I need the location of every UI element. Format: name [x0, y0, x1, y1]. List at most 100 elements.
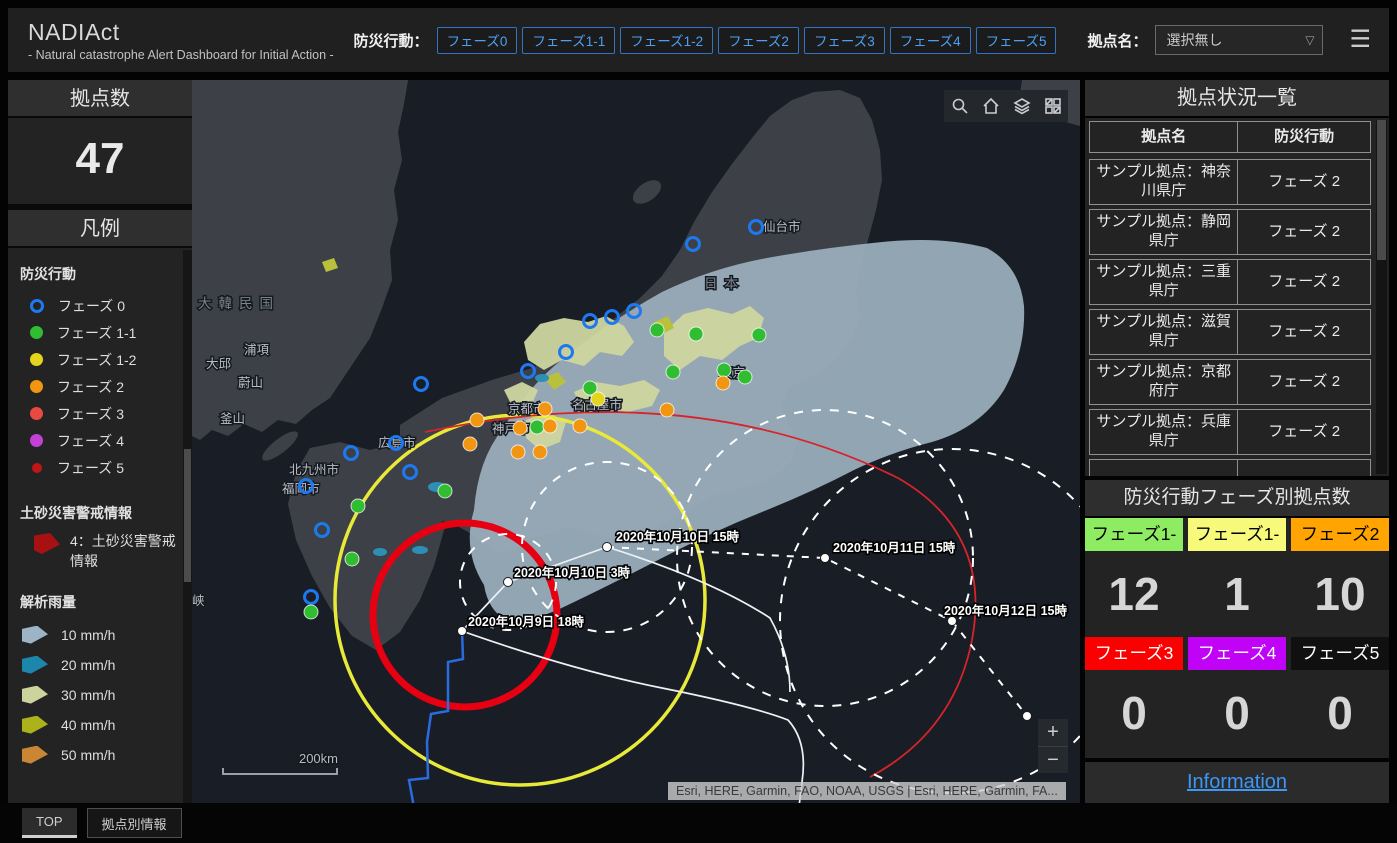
tab-site-info[interactable]: 拠点別情報: [87, 808, 182, 838]
basemap-icon: [1044, 97, 1062, 115]
phase-filter-button-2[interactable]: フェーズ2: [718, 27, 799, 54]
table-row[interactable]: サンプル拠点：京都府庁 フェーズ 2: [1089, 359, 1371, 405]
site-marker-phase11[interactable]: [304, 605, 318, 619]
site-marker-phase11[interactable]: [738, 370, 752, 384]
scrollbar-thumb[interactable]: [1377, 120, 1386, 260]
legend-title: 凡例: [8, 210, 192, 248]
map-home-button[interactable]: [975, 90, 1006, 122]
typhoon-forecast-point[interactable]: [603, 543, 612, 552]
phase1-2-marker-icon: [30, 353, 43, 366]
site-marker-phase11[interactable]: [666, 365, 680, 379]
information-link[interactable]: Information: [1187, 771, 1287, 794]
site-marker-phase2[interactable]: [533, 445, 547, 459]
table-row[interactable]: サンプル拠点：兵庫県庁 フェーズ 2: [1089, 409, 1371, 455]
site-marker-phase11[interactable]: [650, 323, 664, 337]
site-marker-phase2[interactable]: [463, 437, 477, 451]
site-select-dropdown[interactable]: 選択無し ▽: [1155, 25, 1323, 55]
site-marker-phase0[interactable]: [415, 378, 428, 391]
legend-item-rain50: 50 mm/h: [8, 740, 192, 770]
table-row[interactable]: サンプル拠点：静岡県庁 フェーズ 2: [1089, 209, 1371, 255]
site-phase-cell: フェーズ 2: [1238, 410, 1370, 454]
phase-count-labels-row2: フェーズ3 フェーズ4 フェーズ5: [1085, 637, 1389, 670]
map-search-button[interactable]: [944, 90, 975, 122]
site-marker-phase2[interactable]: [470, 413, 484, 427]
table-row[interactable]: サンプル拠点：滋賀県庁 フェーズ 2: [1089, 309, 1371, 355]
phase-filter-button-1-1[interactable]: フェーズ1-1: [522, 27, 615, 54]
app-title-block: NADIAct - Natural catastrophe Alert Dash…: [28, 19, 334, 62]
site-name-cell: サンプル拠点：滋賀県庁: [1090, 310, 1238, 354]
site-marker-phase11[interactable]: [351, 499, 365, 513]
status-panel: 拠点状況一覧 拠点名 防災行動 サンプル拠点：神奈川県庁 フェーズ 2 サンプル…: [1085, 80, 1389, 803]
legend-item-phase2: フェーズ 2: [8, 373, 192, 400]
site-count-value: 47: [8, 118, 192, 204]
phase-count-value: 1: [1188, 551, 1286, 637]
site-marker-phase2[interactable]: [716, 376, 730, 390]
site-name-cell: サンプル拠点：三重県庁: [1090, 260, 1238, 304]
legend-label: フェーズ 5: [57, 458, 124, 478]
site-marker-phase2[interactable]: [511, 445, 525, 459]
phase-filter-button-1-2[interactable]: フェーズ1-2: [620, 27, 713, 54]
site-marker-phase2[interactable]: [573, 419, 587, 433]
phase-filter-button-5[interactable]: フェーズ5: [976, 27, 1057, 54]
typhoon-date-label: 2020年10月10日 15時: [616, 529, 739, 544]
phase-filter-button-4[interactable]: フェーズ4: [890, 27, 971, 54]
sado-island: [629, 175, 666, 208]
scrollbar-thumb[interactable]: [184, 449, 191, 582]
phase2-marker-icon: [30, 380, 43, 393]
site-marker-phase11[interactable]: [530, 420, 544, 434]
map-view[interactable]: 大韓民国浦項大邱蔚山釜山峡日本仙台市東京名古屋市京都市神戸市広島市北九州市福岡市…: [192, 80, 1080, 803]
map-label: 大韓民国: [198, 296, 280, 311]
phase-group-label: 防災行動：: [354, 30, 429, 51]
sidebar-scrollbar[interactable]: [183, 250, 192, 803]
zoom-out-button[interactable]: −: [1038, 746, 1068, 773]
tab-top[interactable]: TOP: [22, 808, 77, 838]
site-marker-phase2[interactable]: [660, 403, 674, 417]
table-row[interactable]: サンプル拠点：三重県庁 フェーズ 2: [1089, 259, 1371, 305]
table-scrollbar[interactable]: [1376, 120, 1387, 474]
menu-icon[interactable]: ☰: [1349, 28, 1371, 52]
typhoon-forecast-point[interactable]: [1023, 712, 1032, 721]
site-phase-cell: フェーズ 2: [1238, 360, 1370, 404]
site-phase-cell: フェーズ 2: [1238, 210, 1370, 254]
site-marker-phase11[interactable]: [689, 327, 703, 341]
legend-label: フェーズ 3: [57, 404, 124, 424]
information-strip: Information: [1085, 762, 1389, 803]
table-row[interactable]: [1089, 459, 1371, 476]
map-layers-button[interactable]: [1006, 90, 1037, 122]
legend-label: フェーズ 2: [57, 377, 124, 397]
layers-icon: [1013, 97, 1031, 115]
map-attribution: Esri, HERE, Garmin, FAO, NOAA, USGS | Es…: [668, 782, 1066, 800]
site-marker-phase11[interactable]: [752, 328, 766, 342]
site-marker-phase11[interactable]: [345, 552, 359, 566]
typhoon-date-label: 2020年10月11日 15時: [833, 540, 956, 555]
site-phase-cell: [1238, 460, 1370, 476]
phase-filter-button-0[interactable]: フェーズ0: [437, 27, 518, 54]
site-marker-phase2[interactable]: [543, 419, 557, 433]
site-marker-phase2[interactable]: [538, 402, 552, 416]
map-label: 釜山: [220, 411, 245, 426]
site-marker-phase11[interactable]: [717, 363, 731, 377]
site-marker-phase11[interactable]: [438, 484, 452, 498]
typhoon-forecast-point[interactable]: [458, 627, 467, 636]
phase-count-label: フェーズ5: [1291, 637, 1389, 670]
phase4-marker-icon: [30, 434, 43, 447]
typhoon-forecast-point[interactable]: [504, 578, 513, 587]
site-marker-phase0[interactable]: [305, 591, 318, 604]
legend-label: 10 mm/h: [61, 627, 115, 643]
map-label: 蔚山: [238, 376, 263, 390]
site-select-group: 拠点名： 選択無し ▽: [1087, 25, 1323, 55]
map-basemap-button[interactable]: [1037, 90, 1068, 122]
site-marker-phase12[interactable]: [591, 392, 605, 406]
table-row[interactable]: サンプル拠点：神奈川県庁 フェーズ 2: [1089, 159, 1371, 205]
home-icon: [982, 97, 1000, 115]
typhoon-date-label: 2020年10月12日 15時: [944, 603, 1067, 618]
phase-filter-button-3[interactable]: フェーズ3: [804, 27, 885, 54]
zoom-in-button[interactable]: +: [1038, 719, 1068, 746]
zoom-control: + −: [1038, 719, 1068, 773]
typhoon-forecast-point[interactable]: [821, 554, 830, 563]
legend-label: フェーズ 1-2: [57, 350, 136, 370]
legend-item-rain40: 40 mm/h: [8, 710, 192, 740]
legend-item-rain20: 20 mm/h: [8, 650, 192, 680]
site-marker-phase2[interactable]: [513, 421, 527, 435]
site-phase-cell: フェーズ 2: [1238, 160, 1370, 204]
